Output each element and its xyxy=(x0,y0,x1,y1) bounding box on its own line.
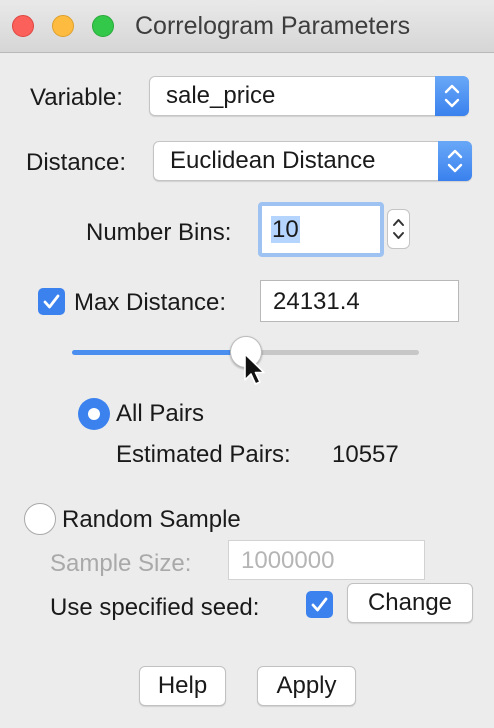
distance-select[interactable]: Euclidean Distance xyxy=(153,141,472,181)
updown-chevron-icon xyxy=(435,76,469,116)
max-distance-value: 24131.4 xyxy=(273,288,360,315)
number-bins-stepper[interactable] xyxy=(387,209,410,249)
all-pairs-radio[interactable] xyxy=(78,398,110,430)
variable-value: sale_price xyxy=(166,82,276,109)
slider-fill xyxy=(72,350,246,355)
change-button[interactable]: Change xyxy=(347,583,473,623)
zoom-icon[interactable] xyxy=(92,15,114,37)
pointer-cursor-icon xyxy=(244,353,265,385)
seed-label: Use specified seed: xyxy=(50,594,260,621)
sample-size-input[interactable]: 1000000 xyxy=(228,540,425,580)
stepper-arrows-icon xyxy=(393,219,404,239)
close-icon[interactable] xyxy=(12,15,34,37)
minimize-icon[interactable] xyxy=(52,15,74,37)
window-title: Correlogram Parameters xyxy=(135,12,411,40)
max-distance-checkbox[interactable] xyxy=(38,288,65,315)
variable-label: Variable: xyxy=(30,84,123,111)
distance-label: Distance: xyxy=(26,149,127,176)
all-pairs-label: All Pairs xyxy=(116,400,205,427)
max-distance-label: Max Distance: xyxy=(74,289,227,316)
help-button[interactable]: Help xyxy=(139,666,226,706)
seed-checkbox[interactable] xyxy=(306,591,333,618)
sample-size-label: Sample Size: xyxy=(50,550,192,577)
estimated-pairs-value: 10557 xyxy=(332,441,399,468)
title-bar: Correlogram Parameters xyxy=(0,0,494,53)
random-sample-label: Random Sample xyxy=(62,506,241,533)
number-bins-label: Number Bins: xyxy=(86,219,232,246)
max-distance-input[interactable]: 24131.4 xyxy=(260,280,459,322)
sample-size-value: 1000000 xyxy=(241,547,335,574)
checkmark-icon xyxy=(311,597,328,612)
random-sample-radio[interactable] xyxy=(24,503,56,535)
apply-button[interactable]: Apply xyxy=(257,666,356,706)
number-bins-input[interactable]: 10 xyxy=(258,202,384,257)
updown-chevron-icon xyxy=(438,141,472,181)
estimated-pairs-label: Estimated Pairs: xyxy=(116,441,291,468)
distance-value: Euclidean Distance xyxy=(170,147,376,174)
number-bins-value: 10 xyxy=(271,216,300,243)
variable-select[interactable]: sale_price xyxy=(149,76,469,116)
checkmark-icon xyxy=(43,294,60,309)
